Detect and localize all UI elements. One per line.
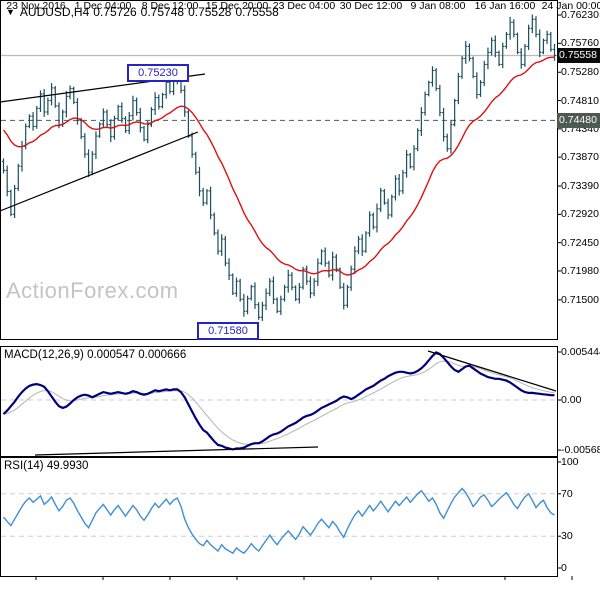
price-axis-label: 0.75280	[561, 66, 599, 79]
resistance-level-box: 0.75230	[127, 64, 189, 82]
price-axis-label: 0.72450	[561, 236, 599, 249]
time-axis-label: 16 Jan 16:00	[474, 0, 536, 12]
macd-indicator-label: MACD(12,26,9) 0.000547 0.000666	[4, 349, 187, 361]
time-axis-label: 15 Dec 20:00	[205, 0, 269, 12]
rsi-axis-label: 0	[561, 562, 567, 574]
macd-axis-label: 0.00	[561, 393, 582, 406]
price-axis-label: 0.73870	[561, 151, 599, 164]
rsi-axis-label: 100	[561, 456, 579, 468]
time-axis-label: 8 Dec 12:00	[141, 0, 199, 12]
time-axis-label: 1 Dec 04:00	[74, 0, 132, 12]
support-level-box: 0.71580	[197, 322, 259, 340]
macd-axis-label: -0.005685	[561, 444, 600, 457]
time-axis-label: 9 Jan 08:00	[410, 0, 466, 12]
time-axis-label: 23 Nov 2016	[6, 0, 66, 12]
time-axis-label: 24 Jan 00:00	[541, 0, 600, 12]
rsi-axis-label: 70	[561, 487, 573, 500]
price-axis-label: 0.72920	[561, 208, 599, 221]
rsi-indicator-label: RSI(14) 49.9930	[4, 460, 89, 472]
time-axis-label: 23 Dec 04:00	[272, 0, 336, 12]
price-axis-label: 0.71980	[561, 264, 599, 277]
macd-axis-label: 0.005444	[561, 345, 600, 358]
watermark: ActionForex.com	[6, 278, 179, 303]
price-axis-label: 0.73390	[561, 180, 599, 193]
price-axis-label: 0.74810	[561, 94, 599, 107]
current-price-badge: 0.75558	[557, 48, 600, 63]
price-axis-label: 0.71500	[561, 293, 599, 306]
trading-chart-window: ▼ AUDUSD,H4 0.75726 0.75748 0.75528 0.75558 A…	[0, 0, 600, 600]
marked-level-badge: 0.74480	[557, 113, 600, 128]
time-axis-label: 30 Dec 12:00	[339, 0, 403, 12]
rsi-axis-label: 30	[561, 530, 573, 543]
